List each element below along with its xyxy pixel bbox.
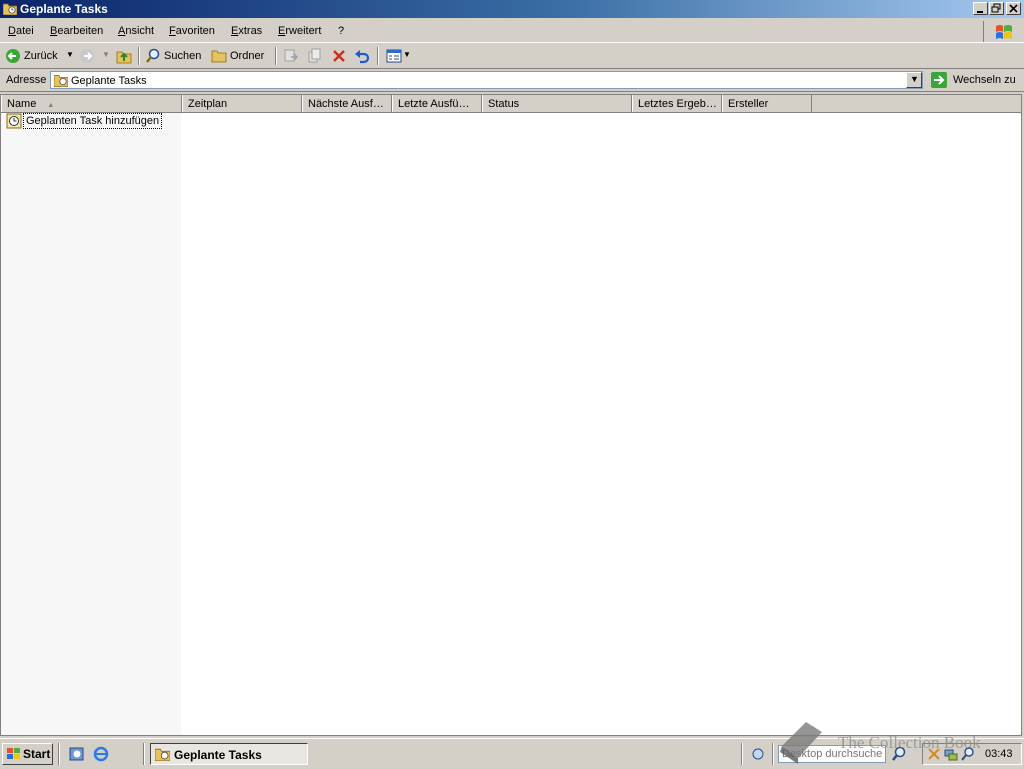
file-list[interactable]: Name ▲ Zeitplan Nächste Ausf… Letzte Aus… [0,94,1022,736]
taskbar-separator [741,743,743,765]
taskbar-separator [143,743,145,765]
toolbar-separator [138,47,140,65]
forward-arrow-icon [80,49,94,63]
column-last-run[interactable]: Letzte Ausfü… [392,95,482,112]
windows-flag-icon [996,25,1012,39]
column-name[interactable]: Name ▲ [1,95,182,112]
menu-help[interactable]: ? [338,25,344,37]
column-name-label: Name [7,98,37,110]
list-item-label: Geplanten Task hinzufügen [23,113,163,129]
close-icon [1009,4,1018,13]
address-label: Adresse [6,74,47,86]
address-dropdown-button[interactable]: ▼ [906,72,922,88]
start-button[interactable]: Start [2,743,53,765]
go-button[interactable]: Wechseln zu [929,70,1021,90]
folders-button[interactable]: Ordner [210,47,270,65]
book-logo-icon [780,722,822,764]
minimize-icon [977,11,983,13]
column-last-result[interactable]: Letztes Ergeb… [632,95,722,112]
undo-icon[interactable] [354,48,370,64]
menu-extras[interactable]: Extras [231,25,262,37]
search-label: Suchen [164,50,202,62]
menu-bearbeiten[interactable]: Bearbeiten [50,25,103,37]
back-button[interactable]: Zurück ▼ [4,47,74,65]
column-schedule[interactable]: Zeitplan [182,95,302,112]
move-to-icon[interactable] [283,48,299,64]
task-wizard-icon [6,113,22,129]
name-column-highlight [1,112,181,735]
minimize-button[interactable] [973,2,988,15]
back-label: Zurück [24,50,58,62]
forward-button[interactable]: ▼ [78,47,112,65]
column-next-run[interactable]: Nächste Ausf… [302,95,392,112]
menu-bar: Datei Bearbeiten Ansicht Favoriten Extra… [0,20,1024,43]
back-arrow-icon [6,49,20,63]
chevron-down-icon: ▼ [910,74,919,84]
copy-to-icon[interactable] [307,48,323,64]
sort-ascending-icon: ▲ [47,102,55,109]
address-input[interactable]: Geplante Tasks ▼ [50,71,923,89]
views-dropdown-icon: ▼ [403,50,411,59]
quick-launch-icon[interactable] [69,746,85,762]
taskbar-separator [58,743,60,765]
search-button[interactable]: Suchen [144,47,204,65]
toolbar-separator [377,47,379,65]
toolbar: Zurück ▼ ▼ Suchen Ordner ▼ [0,44,1024,69]
address-bar: Adresse Geplante Tasks ▼ Wechseln zu [0,69,1024,92]
clock[interactable]: 03:43 [985,748,1013,760]
views-icon [386,49,402,63]
taskbar-separator [772,743,774,765]
forward-dropdown-icon[interactable]: ▼ [102,50,110,59]
folder-clock-icon [3,3,17,15]
column-status[interactable]: Status [482,95,632,112]
address-value: Geplante Tasks [71,75,147,87]
search-icon [146,48,160,63]
title-bar[interactable]: Geplante Tasks [0,0,1024,18]
folders-label: Ordner [230,50,265,62]
window-title: Geplante Tasks [20,2,108,16]
delete-icon[interactable] [331,48,347,64]
folder-clock-icon [54,75,68,87]
restore-button[interactable] [989,2,1004,15]
menu-erweitert[interactable]: Erweitert [278,25,321,37]
toolbar-separator [275,47,277,65]
windows-logo [983,21,1024,42]
deskbar-icon[interactable] [750,746,766,762]
menu-ansicht[interactable]: Ansicht [118,25,154,37]
start-label: Start [23,747,51,761]
column-header: Name ▲ Zeitplan Nächste Ausf… Letzte Aus… [1,95,1021,113]
close-button[interactable] [1006,2,1021,15]
restore-icon [991,3,1001,13]
ie-icon[interactable] [93,746,109,762]
back-dropdown-icon[interactable]: ▼ [66,50,74,59]
taskbar-window-label: Geplante Tasks [174,748,262,762]
taskbar-window-button[interactable]: Geplante Tasks [150,743,308,765]
menu-datei[interactable]: Datei [8,25,34,37]
column-creator[interactable]: Ersteller [722,95,812,112]
folders-icon [211,50,227,63]
go-arrow-icon [931,72,947,88]
windows-flag-icon [7,748,20,759]
go-label: Wechseln zu [953,74,1016,86]
views-button[interactable]: ▼ [385,47,411,65]
watermark-text: The Collection Book [838,733,981,752]
up-folder-icon[interactable] [116,48,132,64]
menu-favoriten[interactable]: Favoriten [169,25,215,37]
folder-clock-icon [155,748,170,761]
